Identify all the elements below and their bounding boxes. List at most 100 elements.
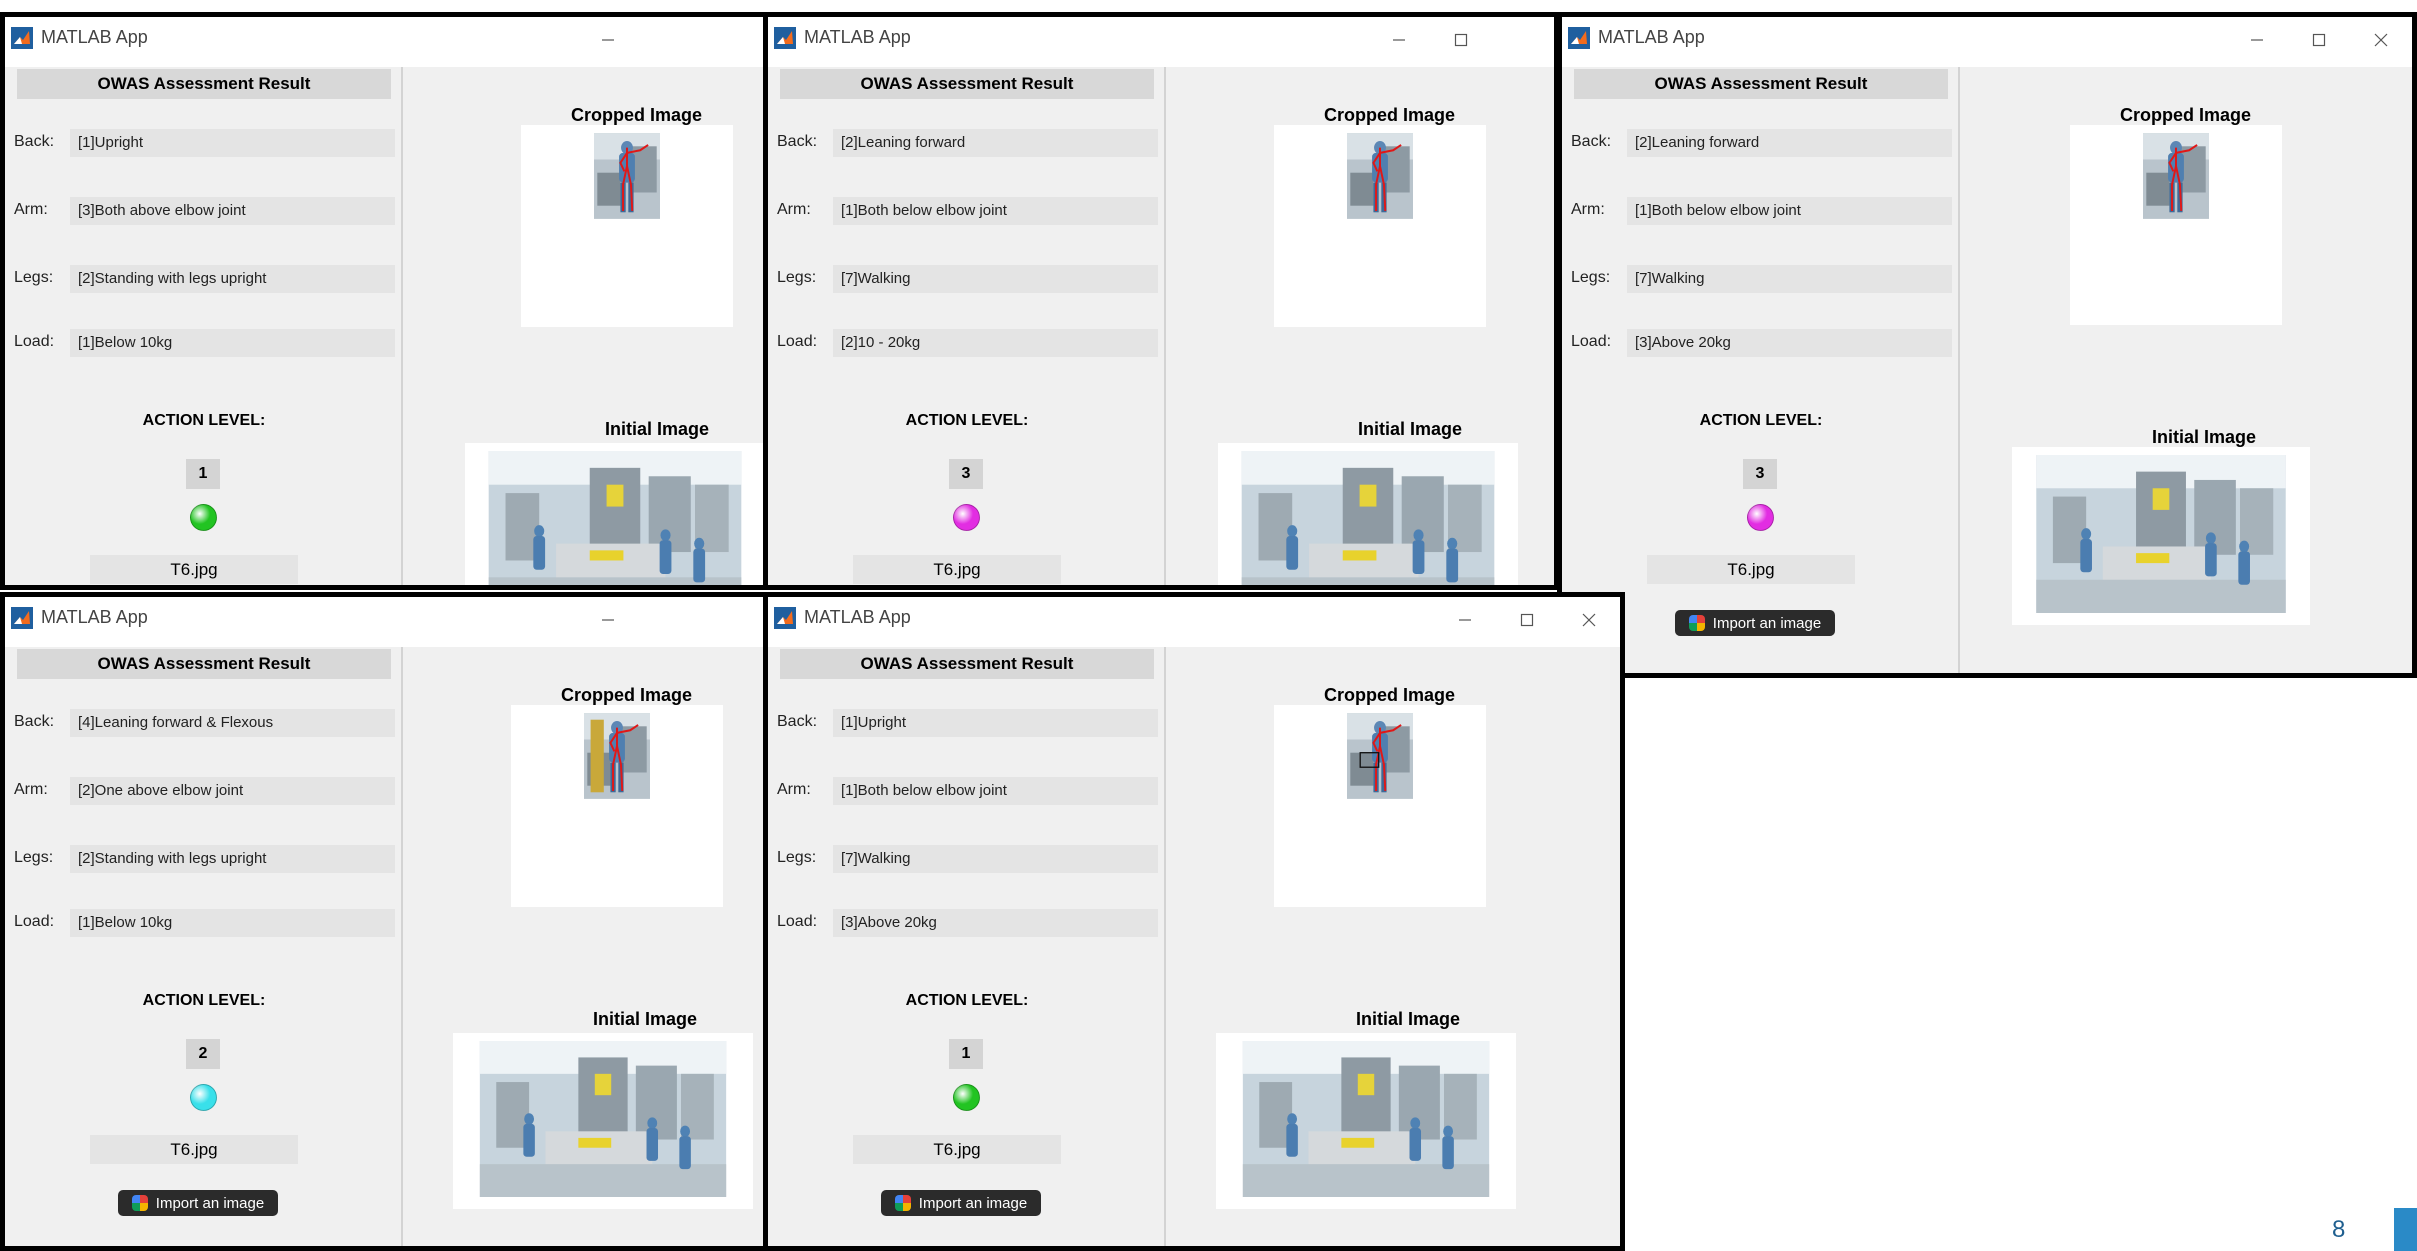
maximize-button[interactable] [1438, 19, 1484, 59]
legs-value-field: [2]Standing with legs upright [70, 845, 395, 873]
initial-image-title: Initial Image [2152, 427, 2257, 447]
image-icon [894, 1195, 911, 1211]
legs-label: Legs: [14, 849, 54, 866]
arm-value-field: [3]Both above elbow joint [70, 197, 395, 225]
cropped-image-title: Cropped Image [561, 685, 693, 705]
app-content: OWAS Assessment Result Back: [1]Upright Arm… [5, 67, 763, 585]
back-value-field: [2]Leaning forward [1627, 129, 1952, 157]
image-panel: Cropped Image Initial Image [1960, 67, 2412, 673]
minimize-icon [602, 39, 614, 41]
initial-image-title: Initial Image [605, 419, 710, 439]
minimize-button[interactable] [1376, 19, 1422, 59]
matlab-logo-icon [11, 607, 33, 629]
maximize-icon [1454, 33, 1468, 46]
maximize-button[interactable] [2296, 19, 2342, 59]
action-level-heading: ACTION LEVEL: [142, 992, 266, 1009]
initial-factory-photo [1241, 451, 1495, 585]
back-value-field: [2]Leaning forward [833, 129, 1158, 157]
file-name-field: T6.jpg [853, 555, 1061, 584]
maximize-icon [1520, 613, 1534, 626]
cropped-image-frame [2070, 125, 2282, 325]
cropped-image-frame [1274, 705, 1486, 907]
initial-image-title: Initial Image [1358, 419, 1463, 439]
minimize-button[interactable] [585, 599, 631, 639]
close-button[interactable] [2358, 19, 2404, 59]
arm-label: Arm: [14, 201, 48, 218]
cropped-image-title: Cropped Image [571, 105, 703, 125]
arm-label: Arm: [777, 781, 811, 798]
cropped-worker-photo [584, 713, 650, 799]
action-level-lamp [953, 504, 980, 531]
title-bar: MATLAB App [768, 17, 1554, 67]
app-content: OWAS Assessment Result Back: [2]Leaning fo… [768, 67, 1554, 585]
slide-accent-tab [2394, 1208, 2417, 1251]
window-title: MATLAB App [804, 27, 911, 47]
title-bar: MATLAB App [5, 17, 763, 67]
load-label: Load: [777, 913, 818, 930]
action-level-lamp [190, 1084, 217, 1111]
owas-result-header: OWAS Assessment Result [780, 649, 1154, 679]
file-name-field: T6.jpg [853, 1135, 1061, 1164]
close-icon [2374, 33, 2388, 47]
action-level-heading: ACTION LEVEL: [905, 412, 1029, 429]
load-value-field: [1]Below 10kg [70, 909, 395, 937]
back-label: Back: [1571, 133, 1612, 150]
file-name-field: T6.jpg [1647, 555, 1855, 584]
action-level-value: 1 [949, 1039, 983, 1069]
initial-image-title: Initial Image [1356, 1009, 1461, 1029]
owas-result-header: OWAS Assessment Result [17, 649, 391, 679]
arm-label: Arm: [14, 781, 48, 798]
initial-factory-photo [1242, 1041, 1490, 1197]
maximize-button[interactable] [1504, 599, 1550, 639]
image-panel: Cropped Image Initial Image [1166, 67, 1554, 585]
minimize-button[interactable] [2234, 19, 2280, 59]
import-image-button[interactable]: Import an image [118, 1190, 278, 1216]
matlab-app-window-3: MATLAB App OWAS Assessment Result Back: [2]… [1557, 12, 2417, 678]
load-label: Load: [777, 333, 818, 350]
cropped-worker-photo [594, 133, 660, 219]
cropped-image-title: Cropped Image [2120, 105, 2252, 125]
initial-image-frame [465, 443, 763, 585]
legs-value-field: [2]Standing with legs upright [70, 265, 395, 293]
initial-factory-photo [479, 1041, 727, 1197]
import-image-button[interactable]: Import an image [1675, 610, 1835, 636]
matlab-logo-icon [11, 27, 33, 49]
window-title: MATLAB App [1598, 27, 1705, 47]
load-label: Load: [14, 913, 55, 930]
load-value-field: [3]Above 20kg [833, 909, 1158, 937]
import-image-label: Import an image [1712, 614, 1822, 632]
action-level-heading: ACTION LEVEL: [905, 992, 1029, 1009]
matlab-app-window-5: MATLAB App OWAS Assessment Result Back: [1]… [763, 592, 1625, 1251]
minimize-button[interactable] [1442, 599, 1488, 639]
close-button[interactable] [1566, 599, 1612, 639]
cropped-worker-photo [1347, 713, 1413, 799]
minimize-icon [602, 619, 614, 621]
back-value-field: [4]Leaning forward & Flexous [70, 709, 395, 737]
initial-factory-photo [2036, 455, 2286, 613]
initial-image-title: Initial Image [593, 1009, 698, 1029]
maximize-icon [2312, 33, 2326, 46]
image-panel: Cropped Image Initial Image [403, 67, 763, 585]
minimize-button[interactable] [585, 19, 631, 59]
matlab-app-window-1: MATLAB App OWAS Assessment Result Back: [1]… [0, 12, 768, 590]
action-level-heading: ACTION LEVEL: [142, 412, 266, 429]
arm-value-field: [2]One above elbow joint [70, 777, 395, 805]
title-bar: MATLAB App [768, 597, 1620, 647]
import-image-button[interactable]: Import an image [881, 1190, 1041, 1216]
action-level-value: 2 [186, 1039, 220, 1069]
app-content: OWAS Assessment Result Back: [1]Upright Arm… [768, 647, 1620, 1246]
close-icon [1582, 613, 1596, 627]
back-value-field: [1]Upright [70, 129, 395, 157]
back-value-field: [1]Upright [833, 709, 1158, 737]
minimize-icon [1393, 39, 1405, 41]
result-panel: OWAS Assessment Result Back: [1]Upright Arm… [768, 647, 1166, 1246]
arm-value-field: [1]Both below elbow joint [833, 197, 1158, 225]
title-bar: MATLAB App [5, 597, 763, 647]
cropped-worker-photo [2143, 133, 2209, 219]
load-value-field: [3]Above 20kg [1627, 329, 1952, 357]
image-icon [131, 1195, 148, 1211]
owas-result-header: OWAS Assessment Result [1574, 69, 1948, 99]
action-level-lamp [1747, 504, 1774, 531]
matlab-logo-icon [774, 27, 796, 49]
cropped-image-frame [511, 705, 723, 907]
